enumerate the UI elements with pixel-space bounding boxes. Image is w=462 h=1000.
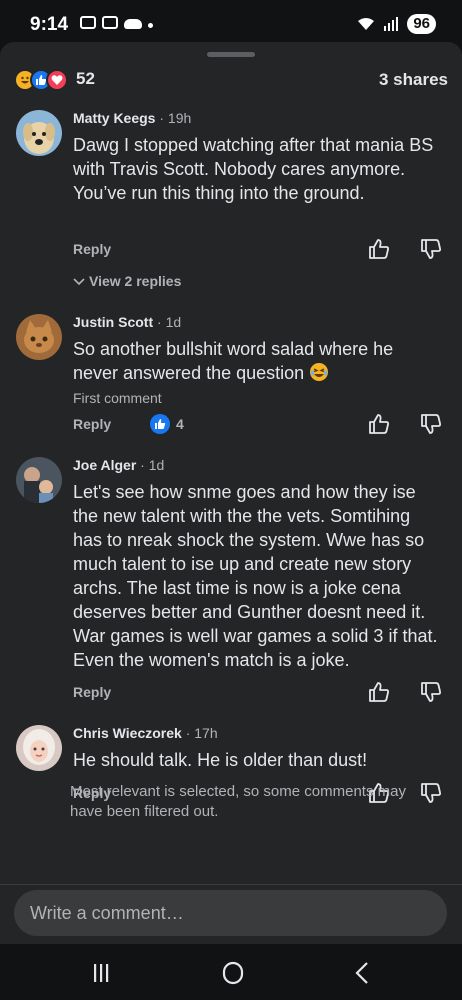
comment-composer: Write a comment… (0, 884, 462, 945)
thumbs-down-icon[interactable] (420, 413, 442, 435)
drag-handle[interactable] (207, 52, 255, 57)
reaction-icons[interactable] (14, 69, 68, 91)
thumbs-down-icon[interactable] (420, 238, 442, 260)
author-name[interactable]: Joe Alger (73, 457, 136, 473)
separator: · (136, 457, 149, 473)
cloud-icon (124, 19, 142, 29)
status-time: 9:14 (30, 14, 69, 35)
thumbs-up-icon[interactable] (368, 238, 390, 260)
comment-author[interactable]: Justin Scott · 1d (73, 314, 181, 330)
laughing-emoji-icon (310, 363, 329, 381)
wifi-icon (358, 18, 375, 30)
filter-notice: Most relevant is selected, so some comme… (70, 783, 406, 820)
comment-time: 1d (165, 314, 182, 330)
comment-text-body: So another bullshit word salad where he … (73, 339, 394, 383)
reply-button[interactable]: Reply (73, 241, 111, 257)
status-bar: 9:14 96 (0, 0, 462, 48)
system-nav-bar (0, 944, 462, 1000)
comment-text: Dawg I stopped watching after that mania… (73, 135, 434, 203)
view-replies-label: View 2 replies (89, 273, 182, 289)
comment-author[interactable]: Joe Alger · 1d (73, 457, 164, 473)
avatar[interactable] (16, 110, 62, 156)
like-count-value: 4 (176, 416, 184, 432)
comment-text: Let's see how snme goes and how they ise… (73, 482, 438, 670)
home-icon[interactable] (218, 960, 248, 986)
like-badge-icon (150, 414, 170, 434)
avatar[interactable] (16, 725, 62, 771)
comment-text: He should talk. He is older than dust! (73, 750, 368, 770)
separator: · (153, 314, 166, 330)
notification-icons (80, 16, 153, 29)
love-reaction-icon (46, 69, 68, 91)
comment-text: So another bullshit word salad where he … (73, 337, 443, 385)
comment-input[interactable]: Write a comment… (14, 890, 447, 936)
author-name[interactable]: Justin Scott (73, 314, 153, 330)
comment-time: 1d (148, 457, 165, 473)
author-name[interactable]: Chris Wieczorek (73, 725, 182, 741)
separator: · (155, 110, 168, 126)
chevron-down-icon (73, 278, 85, 286)
battery-indicator: 96 (407, 14, 436, 34)
screenshot-icon (80, 16, 96, 29)
comment-time: 17h (194, 725, 218, 741)
signal-icon (384, 17, 399, 31)
comment-time: 19h (167, 110, 192, 126)
back-icon[interactable] (348, 960, 378, 986)
author-name[interactable]: Matty Keegs (73, 110, 155, 126)
thumbs-down-icon[interactable] (420, 681, 442, 703)
view-replies-button[interactable]: View 2 replies (73, 273, 181, 289)
comment-author[interactable]: Chris Wieczorek · 17h (73, 725, 218, 741)
reaction-count[interactable]: 52 (76, 69, 95, 89)
shares-count[interactable]: 3 shares (379, 70, 448, 90)
separator: · (181, 725, 195, 741)
gallery-icon (102, 16, 118, 29)
comment-like-count[interactable]: 4 (150, 414, 184, 434)
reply-button[interactable]: Reply (73, 416, 111, 432)
avatar[interactable] (16, 457, 62, 503)
thumbs-up-icon[interactable] (368, 681, 390, 703)
comment-author[interactable]: Matty Keegs · 19h (73, 110, 191, 126)
dot-icon (148, 22, 153, 28)
reply-button[interactable]: Reply (73, 684, 111, 700)
recent-apps-icon[interactable] (86, 960, 116, 986)
system-icons: 96 (357, 14, 436, 34)
reactions-summary: 52 3 shares (14, 67, 448, 93)
first-comment-label: First comment (73, 390, 162, 406)
avatar[interactable] (16, 314, 62, 360)
thumbs-up-icon[interactable] (368, 413, 390, 435)
